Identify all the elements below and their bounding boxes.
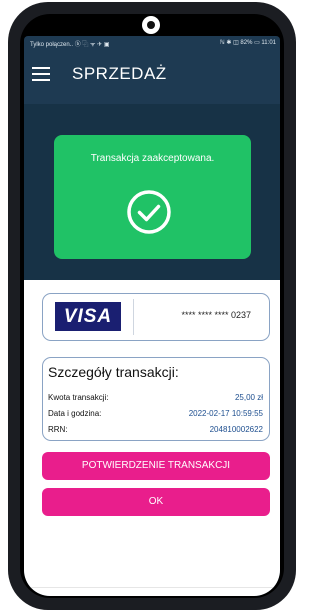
status-bar-left: Tylko połączen.. ⓑ ⿻ ᯤ ✈ ▣ xyxy=(30,42,110,48)
transaction-status-message: Transakcja zaakceptowana. xyxy=(90,153,215,164)
phone-frame: Tylko połączen.. ⓑ ⿻ ᯤ ✈ ▣ ℕ ✱ ◫ 82% ▭ 1… xyxy=(8,2,296,610)
details-title: Szczegóły transakcji: xyxy=(48,364,179,380)
detail-value: 25,00 zł xyxy=(234,393,263,402)
page-title: SPRZEDAŻ xyxy=(72,64,167,83)
masked-card-number: **** **** **** 0237 xyxy=(181,310,251,320)
transaction-accepted-card: Transakcja zaakceptowana. xyxy=(54,135,251,259)
hamburger-menu-icon[interactable] xyxy=(32,67,50,81)
ok-button[interactable]: OK xyxy=(42,488,270,516)
card-divider xyxy=(133,299,134,335)
status-bar: Tylko połączen.. ⓑ ⿻ ᯤ ✈ ▣ ℕ ✱ ◫ 82% ▭ 1… xyxy=(24,36,280,48)
bottom-divider xyxy=(24,587,280,588)
transaction-details-panel: Szczegóły transakcji: Kwota transakcji: … xyxy=(42,357,270,441)
confirm-transaction-button[interactable]: POTWIERDZENIE TRANSAKCJI xyxy=(42,452,270,480)
check-circle-icon xyxy=(127,190,171,234)
content-area: VISA **** **** **** 0237 Szczegóły trans… xyxy=(24,280,280,596)
visa-logo: VISA xyxy=(55,302,121,331)
status-banner: Transakcja zaakceptowana. xyxy=(24,104,280,280)
detail-label: Data i godzina: xyxy=(48,409,102,418)
status-bar-right: ℕ ✱ ◫ 82% ▭ 11:01 xyxy=(219,40,276,46)
app-screen: Tylko połączen.. ⓑ ⿻ ᯤ ✈ ▣ ℕ ✱ ◫ 82% ▭ 1… xyxy=(24,36,280,596)
payment-card-panel: VISA **** **** **** 0237 xyxy=(42,293,270,341)
detail-label: RRN: xyxy=(48,425,68,434)
detail-label: Kwota transakcji: xyxy=(48,393,109,402)
app-bar: SPRZEDAŻ xyxy=(24,48,280,104)
phone-bezel: Tylko połączen.. ⓑ ⿻ ᯤ ✈ ▣ ℕ ✱ ◫ 82% ▭ 1… xyxy=(20,14,284,598)
detail-value: 2022-02-17 10:59:55 xyxy=(188,409,263,418)
front-camera xyxy=(142,16,160,34)
detail-value: 204810002622 xyxy=(209,425,263,434)
